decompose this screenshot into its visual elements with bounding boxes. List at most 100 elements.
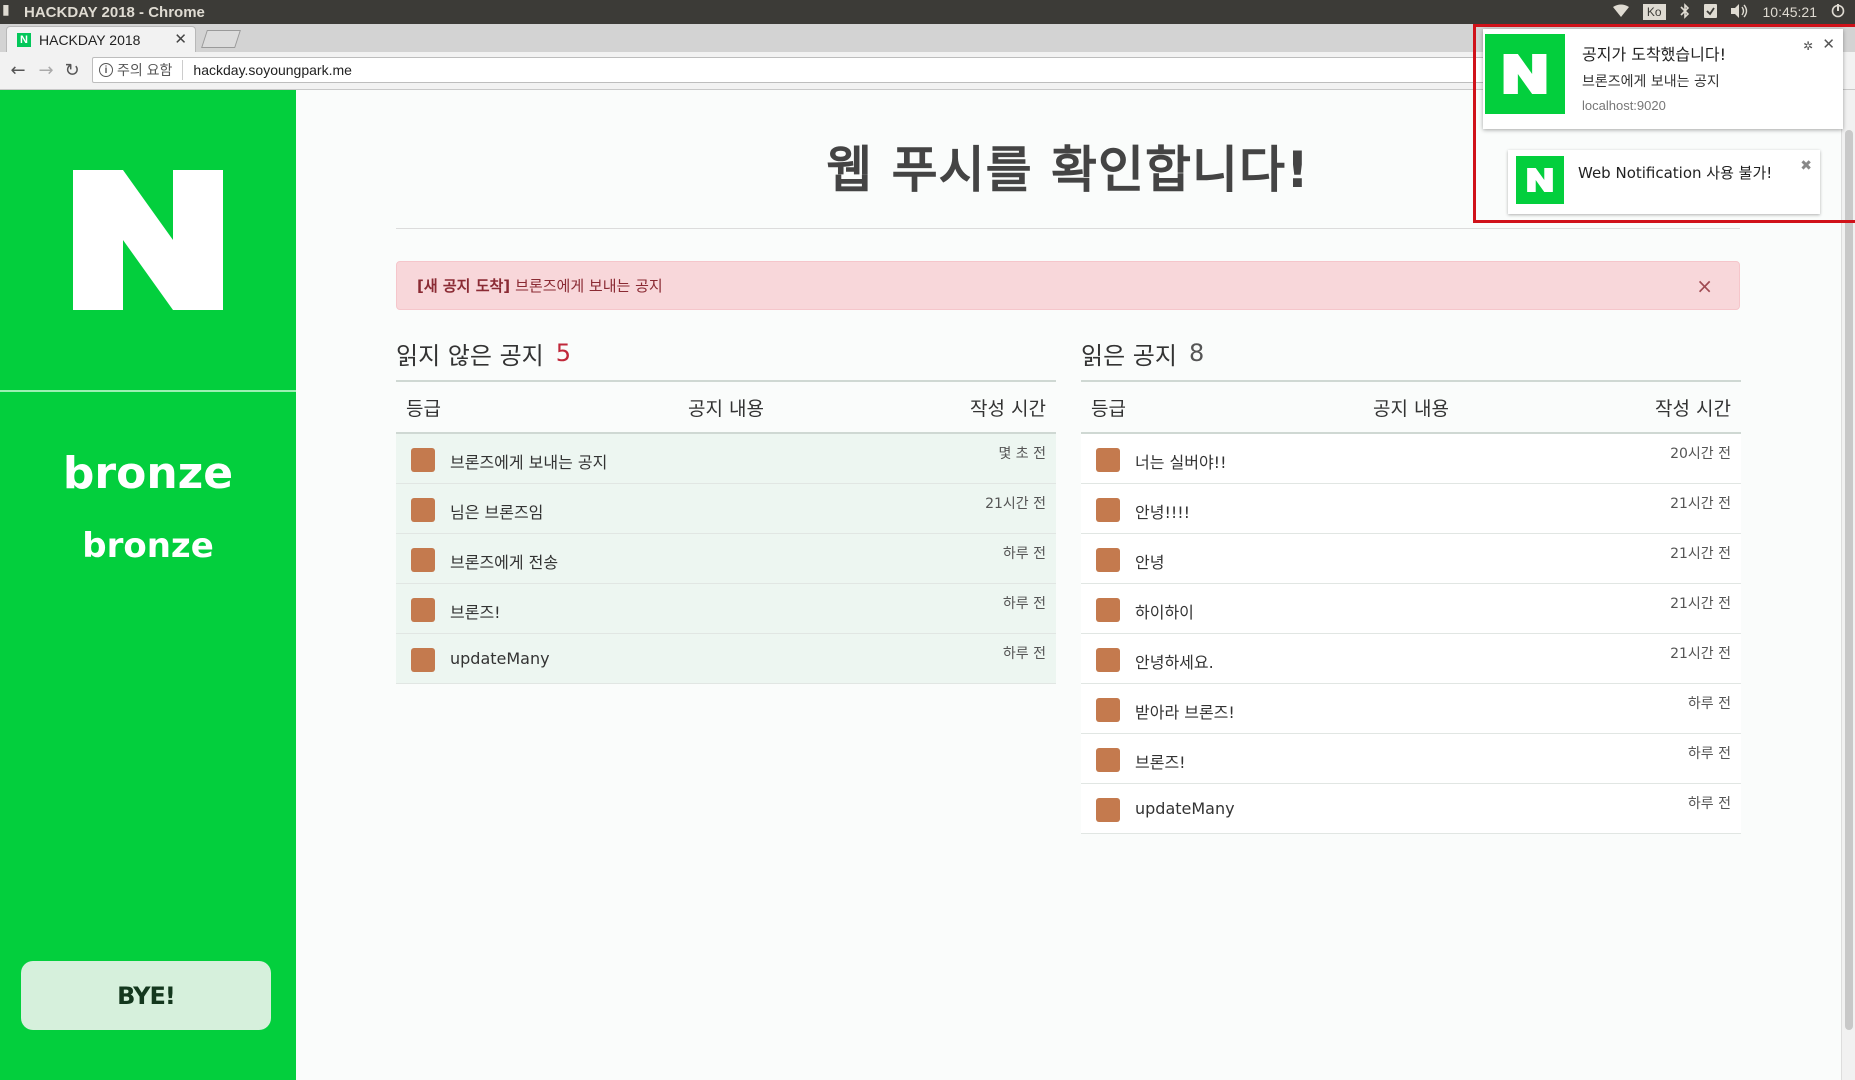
desktop-notification[interactable]: 공지가 도착했습니다! 브론즈에게 보내는 공지 localhost:9020 … <box>1483 29 1843 129</box>
naver-logo-icon <box>1485 34 1565 114</box>
bronze-badge-icon <box>411 498 435 522</box>
column-header-time: 작성 시간 <box>970 397 1046 420</box>
desktop-notification-secondary[interactable]: Web Notification 사용 불가! ✖ <box>1508 150 1820 214</box>
column-header-content: 공지 내용 <box>688 397 764 420</box>
bronze-badge-icon <box>411 448 435 472</box>
bronze-badge-icon <box>1096 748 1120 772</box>
wifi-icon[interactable] <box>1612 4 1629 21</box>
page-scrollbar[interactable] <box>1841 90 1855 1080</box>
notice-time: 몇 초 전 <box>998 446 1046 462</box>
notice-time: 하루 전 <box>1687 746 1731 762</box>
notice-time: 21시간 전 <box>985 496 1046 512</box>
logo-area <box>0 90 296 390</box>
security-indicator[interactable]: i 주의 요함 <box>93 60 184 80</box>
notice-time: 21시간 전 <box>1670 596 1731 612</box>
notice-content: 받아라 브론즈! <box>1135 703 1235 722</box>
alert-tag: [새 공지 도착] <box>417 277 511 295</box>
read-title: 읽은 공지 <box>1081 341 1177 370</box>
forward-arrow-icon[interactable]: → <box>36 60 56 81</box>
new-tab-button[interactable] <box>201 30 241 48</box>
bronze-badge-icon <box>1096 648 1120 672</box>
bronze-badge-icon <box>1096 698 1120 722</box>
os-top-bar: ▮ HACKDAY 2018 - Chrome Ko 10:45:21 <box>0 0 1855 24</box>
notice-content: 안녕하세요. <box>1135 653 1214 672</box>
notice-content: 브론즈에게 보내는 공지 <box>450 453 608 472</box>
bronze-badge-icon <box>1096 448 1120 472</box>
address-bar[interactable]: i 주의 요함 hackday.soyoungpark.me <box>92 57 1492 83</box>
table-row[interactable]: 안녕하세요. 21시간 전 <box>1081 634 1741 684</box>
clipboard-check-icon[interactable] <box>1703 3 1717 21</box>
close-icon[interactable]: ✖ <box>1800 158 1812 174</box>
alert-close-icon[interactable]: × <box>1696 274 1713 298</box>
unread-notices-panel: 읽지 않은 공지 5 등급 공지 내용 작성 시간 브론즈에게 보내는 공지 몇… <box>396 326 1056 684</box>
notification-body: 브론즈에게 보내는 공지 <box>1582 74 1720 90</box>
table-row[interactable]: 안녕 21시간 전 <box>1081 534 1741 584</box>
tab-close-icon[interactable]: ✕ <box>174 30 187 48</box>
keyboard-layout-indicator[interactable]: Ko <box>1642 4 1666 20</box>
info-icon: i <box>99 63 113 77</box>
power-settings-icon[interactable] <box>1831 3 1845 21</box>
notice-time: 하루 전 <box>1002 596 1046 612</box>
table-row[interactable]: updateMany 하루 전 <box>396 634 1056 684</box>
notice-time: 하루 전 <box>1687 796 1731 812</box>
volume-icon[interactable] <box>1730 3 1749 21</box>
favicon-icon: N <box>17 32 31 47</box>
notice-content: 안녕 <box>1135 553 1165 572</box>
bronze-badge-icon <box>411 548 435 572</box>
notification-title: Web Notification 사용 불가! <box>1578 164 1773 182</box>
column-header-content: 공지 내용 <box>1373 397 1449 420</box>
notification-origin: localhost:9020 <box>1582 98 1666 113</box>
url-text[interactable]: hackday.soyoungpark.me <box>193 62 352 78</box>
sidebar: bronze bronze BYE! <box>0 90 296 1080</box>
notice-content: 브론즈! <box>450 603 501 622</box>
table-row[interactable]: 하이하이 21시간 전 <box>1081 584 1741 634</box>
read-notices-panel: 읽은 공지 8 등급 공지 내용 작성 시간 너는 실버야!! 20시간 전 안… <box>1081 326 1741 834</box>
security-label: 주의 요함 <box>117 62 173 78</box>
table-row[interactable]: 안녕!!!! 21시간 전 <box>1081 484 1741 534</box>
bronze-badge-icon <box>1096 498 1120 522</box>
table-row[interactable]: updateMany 하루 전 <box>1081 784 1741 834</box>
read-heading: 읽은 공지 8 <box>1081 326 1741 380</box>
close-icon[interactable]: ✕ <box>1822 35 1835 53</box>
clock[interactable]: 10:45:21 <box>1763 4 1818 20</box>
notice-time: 21시간 전 <box>1670 546 1731 562</box>
window-title: HACKDAY 2018 - Chrome <box>24 3 205 21</box>
bye-button[interactable]: BYE! <box>21 961 271 1030</box>
bronze-badge-icon <box>1096 548 1120 572</box>
unread-table-header: 등급 공지 내용 작성 시간 <box>396 380 1056 434</box>
notice-content: 안녕!!!! <box>1135 503 1191 522</box>
table-row[interactable]: 브론즈! 하루 전 <box>1081 734 1741 784</box>
reload-icon[interactable]: ↻ <box>62 60 82 81</box>
bronze-badge-icon <box>411 598 435 622</box>
notice-content: 브론즈! <box>1135 753 1186 772</box>
bluetooth-icon[interactable] <box>1679 2 1690 22</box>
os-left-mark: ▮ <box>2 2 10 18</box>
title-divider <box>396 228 1740 229</box>
notification-title: 공지가 도착했습니다! <box>1582 45 1726 64</box>
sidebar-divider <box>0 390 296 392</box>
notice-time: 하루 전 <box>1002 546 1046 562</box>
table-row[interactable]: 님은 브론즈임 21시간 전 <box>396 484 1056 534</box>
table-row[interactable]: 브론즈에게 전송 하루 전 <box>396 534 1056 584</box>
bronze-badge-icon <box>1096 598 1120 622</box>
notice-content: 하이하이 <box>1135 603 1194 622</box>
browser-tab[interactable]: N HACKDAY 2018 ✕ <box>6 26 196 52</box>
back-arrow-icon[interactable]: ← <box>8 60 28 81</box>
table-row[interactable]: 받아라 브론즈! 하루 전 <box>1081 684 1741 734</box>
notice-time: 하루 전 <box>1687 696 1731 712</box>
column-header-time: 작성 시간 <box>1655 397 1731 420</box>
user-grade-subtitle: bronze <box>82 526 214 566</box>
user-grade-title: bronze <box>62 448 234 499</box>
notice-time: 21시간 전 <box>1670 496 1731 512</box>
table-row[interactable]: 브론즈에게 보내는 공지 몇 초 전 <box>396 434 1056 484</box>
unread-heading: 읽지 않은 공지 5 <box>396 326 1056 380</box>
naver-logo-icon <box>1516 156 1564 204</box>
table-row[interactable]: 너는 실버야!! 20시간 전 <box>1081 434 1741 484</box>
system-tray: Ko 10:45:21 <box>1612 0 1855 24</box>
bronze-badge-icon <box>411 648 435 672</box>
read-table-header: 등급 공지 내용 작성 시간 <box>1081 380 1741 434</box>
table-row[interactable]: 브론즈! 하루 전 <box>396 584 1056 634</box>
notice-content: updateMany <box>450 649 550 668</box>
gear-icon[interactable]: ✲ <box>1803 39 1813 53</box>
scrollbar-thumb[interactable] <box>1845 130 1853 1030</box>
